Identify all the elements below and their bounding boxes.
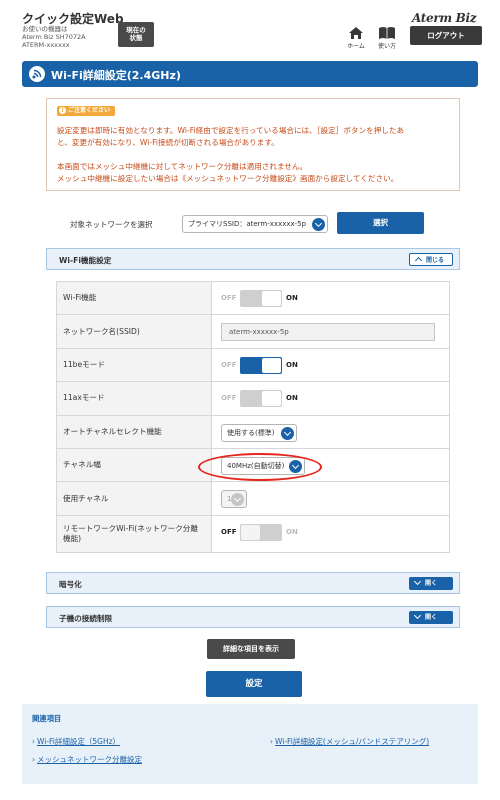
exclamation-icon: ! — [59, 107, 66, 114]
status-line1: 現在の — [126, 26, 146, 34]
target-network-label: 対象ネットワークを選択 — [70, 220, 153, 229]
apply-button[interactable]: 設定 — [206, 671, 302, 697]
mode-11ax-label: 11axモード — [57, 382, 212, 415]
chevron-down-icon — [231, 493, 244, 507]
chevron-down-icon — [413, 611, 422, 619]
auto-channel-value: 使用する(標準) — [227, 428, 275, 437]
channel-label: 使用チャネル — [57, 482, 212, 515]
toggle-on-label: ON — [286, 294, 298, 302]
link-mesh-separation[interactable]: メッシュネットワーク分離設定 — [32, 754, 142, 765]
expand-label: 開く — [425, 580, 438, 587]
home-nav-button[interactable]: ホーム — [344, 26, 368, 50]
row-remote-work: リモートワークWi-Fi(ネットワーク分離機能) OFF ON — [57, 515, 449, 552]
remote-work-label: リモートワークWi-Fi(ネットワーク分離機能) — [57, 515, 212, 552]
wifi-function-label: Wi-Fi機能 — [57, 282, 212, 315]
row-auto-channel: オートチャネルセレクト機能 使用する(標準) — [57, 415, 449, 449]
collapse-label: 閉じる — [426, 257, 445, 264]
notice-tag: ! ご注意ください — [57, 106, 116, 116]
toggle-off-label: OFF — [221, 394, 237, 403]
row-channel: 使用チャネル 1 — [57, 482, 449, 516]
toggle-off-label: OFF — [221, 294, 237, 302]
expand-label: 開く — [425, 614, 438, 621]
toggle-off-label: OFF — [221, 527, 237, 536]
chevron-up-icon — [414, 256, 423, 265]
wifi-function-section-header[interactable]: Wi-Fi機能設定 閉じる — [46, 248, 460, 270]
collapse-button[interactable]: 閉じる — [409, 253, 453, 266]
wifi-settings-table: Wi-Fi機能 OFF ON ネットワーク名(SSID) aterm-xxxxx… — [56, 281, 450, 553]
row-11be: 11beモード OFF ON — [57, 348, 449, 383]
toggle-off-label: OFF — [221, 360, 237, 369]
book-icon — [379, 27, 395, 39]
toggle-on-label: ON — [286, 527, 298, 536]
row-wifi-function: Wi-Fi機能 OFF ON — [57, 282, 449, 316]
show-details-button[interactable]: 詳細な項目を表示 — [207, 639, 295, 659]
home-icon — [349, 27, 363, 39]
home-label: ホーム — [347, 43, 365, 50]
page-title-bar: Wi-Fi詳細設定(2.4GHz) — [22, 61, 478, 87]
page-title: Wi-Fi詳細設定(2.4GHz) — [51, 69, 181, 82]
target-network-select[interactable]: プライマリSSID：aterm-xxxxxx-5p — [182, 215, 328, 233]
brand-logo: Aterm Biz — [412, 11, 477, 25]
ssid-field[interactable]: aterm-xxxxxx-5p — [221, 323, 435, 342]
target-network-row: 対象ネットワークを選択 プライマリSSID：aterm-xxxxxx-5p 選択 — [0, 212, 500, 236]
notice-line4: メッシュ中継機に設定したい場合は《メッシュネットワーク分離設定》画面から設定して… — [57, 174, 399, 183]
status-line2: 状態 — [129, 34, 143, 42]
mode-11be-label: 11beモード — [57, 348, 212, 382]
toggle-on-label: ON — [286, 394, 298, 403]
help-label: 使い方 — [377, 43, 396, 50]
link-5ghz[interactable]: Wi-Fi詳細設定（5GHz） — [32, 736, 120, 747]
auto-channel-label: オートチャネルセレクト機能 — [57, 415, 212, 448]
child-limit-section-title: 子機の接続制限 — [59, 614, 113, 623]
target-network-value: プライマリSSID：aterm-xxxxxx-5p — [188, 220, 307, 228]
current-status-button[interactable]: 現在の 状態 — [118, 22, 154, 47]
link-mesh-band[interactable]: Wi-Fi詳細設定(メッシュ/バンドステアリング) — [270, 736, 429, 747]
related-title: 関連項目 — [32, 714, 62, 723]
device-label: お使いの機器は — [22, 25, 68, 33]
logout-button[interactable]: ログアウト — [410, 26, 482, 45]
notice-line1: 設定変更は即時に有効となります。Wi-Fi経由で設定を行っている場合には、［設定… — [57, 126, 405, 135]
chevron-down-icon — [312, 218, 325, 231]
notice-line3: 本画面ではメッシュ中継機に対してネットワーク分離は適用されません。 — [57, 162, 308, 171]
channel-select[interactable]: 1 — [221, 490, 247, 509]
wifi-function-section-title: Wi-Fi機能設定 — [59, 256, 112, 265]
notice-box: ! ご注意ください 設定変更は即時に有効となります。Wi-Fi経由で設定を行ってい… — [46, 98, 460, 191]
device-name: ATERM-xxxxxx — [22, 41, 70, 49]
select-button[interactable]: 選択 — [337, 212, 424, 234]
device-model: Aterm Biz SH7072A — [22, 33, 86, 41]
chevron-down-icon — [281, 426, 294, 440]
device-info: お使いの機器は Aterm Biz SH7072A ATERM-xxxxxx — [22, 25, 86, 49]
help-nav-button[interactable]: 使い方 — [375, 26, 399, 50]
related-items: 関連項目 Wi-Fi詳細設定（5GHz） Wi-Fi詳細設定(メッシュ/バンドス… — [22, 704, 478, 784]
auto-channel-select[interactable]: 使用する(標準) — [221, 423, 297, 442]
row-ssid: ネットワーク名(SSID) aterm-xxxxxx-5p — [57, 315, 449, 349]
highlight-annotation — [198, 453, 322, 481]
expand-button[interactable]: 開く — [409, 611, 453, 624]
row-11ax: 11axモード OFF ON — [57, 382, 449, 416]
wifi-icon — [29, 66, 45, 82]
chevron-down-icon — [413, 577, 422, 585]
expand-button[interactable]: 開く — [409, 577, 453, 590]
ssid-label: ネットワーク名(SSID) — [57, 315, 212, 348]
child-limit-section-header[interactable]: 子機の接続制限 開く — [46, 606, 460, 628]
notice-tag-label: ご注意ください — [68, 107, 111, 114]
header: クイック設定Web お使いの機器は Aterm Biz SH7072A ATER… — [0, 0, 500, 58]
encryption-section-title: 暗号化 — [59, 580, 82, 589]
notice-line2: と、変更が有効になり、Wi-Fi接続が切断される場合があります。 — [57, 138, 279, 147]
encryption-section-header[interactable]: 暗号化 開く — [46, 572, 460, 594]
channel-width-label: チャネル幅 — [57, 448, 212, 482]
toggle-on-label: ON — [286, 360, 298, 369]
